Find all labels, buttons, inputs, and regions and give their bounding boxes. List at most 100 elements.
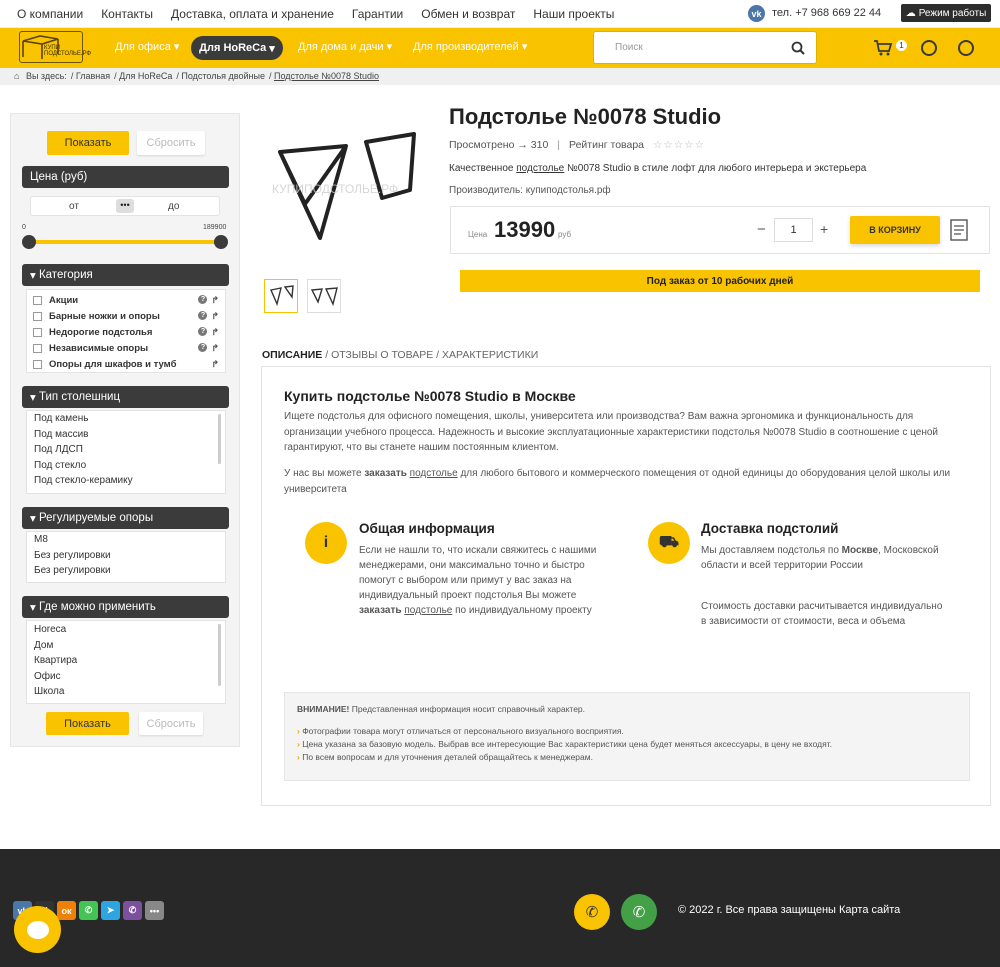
nav-home[interactable]: Для дома и дачи ▾	[298, 40, 392, 53]
link-icon[interactable]: ↱	[211, 311, 219, 322]
scrollbar[interactable]	[218, 414, 221, 464]
link-icon[interactable]: ↱	[211, 295, 219, 306]
top-link-about[interactable]: О компании	[17, 7, 83, 21]
list-item[interactable]: Квартира	[34, 655, 218, 671]
filter-reset-button[interactable]: Сбросить	[137, 131, 205, 155]
link-icon[interactable]: ↱	[211, 359, 219, 370]
tab-reviews[interactable]: / ОТЗЫВЫ О ТОВАРЕ	[325, 349, 433, 361]
filter-show-button-bottom[interactable]: Показать	[46, 712, 129, 735]
tabletop-list: Под камень Под массив Под ЛДСП Под стекл…	[26, 410, 226, 494]
vk-icon[interactable]: vk	[748, 5, 765, 22]
price-filter-header[interactable]: Цена (руб)	[22, 166, 229, 188]
category-item[interactable]: Независимые опоры? ↱	[33, 340, 219, 356]
whatsapp-social-icon[interactable]: ✆	[79, 901, 98, 920]
add-to-cart-button[interactable]: В КОРЗИНУ	[850, 216, 940, 244]
list-item[interactable]: Без регулировки	[34, 565, 218, 581]
qty-plus-button[interactable]: +	[820, 221, 828, 237]
help-icon[interactable]: ?	[198, 342, 208, 352]
warning-box: ВНИМАНИЕ! Представленная информация носи…	[284, 692, 970, 781]
list-item[interactable]: Под массив	[34, 429, 218, 445]
tabletop-filter-header[interactable]: ▾ Тип столешниц	[22, 386, 229, 408]
where-filter-header[interactable]: ▾ Где можно применить	[22, 596, 229, 618]
scrollbar[interactable]	[218, 624, 221, 686]
breadcrumb-horeca[interactable]: Для HoReCa	[119, 71, 172, 81]
work-hours-button[interactable]: ☁ Режим работы	[901, 4, 991, 22]
thumbnail-1[interactable]	[264, 279, 298, 313]
checkbox[interactable]	[33, 327, 42, 337]
top-bar: О компании Контакты Доставка, оплата и х…	[0, 0, 1000, 28]
compare-icon[interactable]	[950, 219, 968, 241]
help-icon[interactable]: ?	[198, 326, 208, 336]
category-item[interactable]: Барные ножки и опоры? ↱	[33, 308, 219, 324]
top-link-guarantee[interactable]: Гарантии	[352, 7, 403, 21]
link-icon[interactable]: ↱	[211, 327, 219, 338]
checkbox[interactable]	[33, 295, 42, 305]
checkbox[interactable]	[33, 359, 42, 369]
thumbnail-2[interactable]	[307, 279, 341, 313]
list-item[interactable]: Офис	[34, 671, 218, 687]
list-item[interactable]: Без регулировки	[34, 550, 218, 566]
price-slider-max-handle[interactable]	[214, 235, 228, 249]
category-filter-header[interactable]: ▾ Категория	[22, 264, 229, 286]
list-item[interactable]: М8	[34, 534, 218, 550]
content-link[interactable]: подстолье	[410, 468, 458, 479]
ruble-icon[interactable]	[958, 40, 974, 56]
telegram-icon[interactable]: ➤	[101, 901, 120, 920]
qty-minus-button[interactable]: −	[757, 221, 766, 238]
category-item[interactable]: Опоры для шкафов и тумб ↱	[33, 356, 219, 372]
price-to-input[interactable]: до	[168, 201, 179, 212]
filter-reset-button-bottom[interactable]: Сбросить	[139, 712, 203, 735]
top-link-contacts[interactable]: Контакты	[101, 7, 153, 21]
site-logo[interactable]: КУПИ ПОДСТОЛЬЕ.РФ	[19, 31, 91, 63]
breadcrumb-double[interactable]: Подстолья двойные	[181, 71, 265, 81]
search-input[interactable]: Поиск	[593, 31, 817, 64]
list-item[interactable]: Под камень	[34, 413, 218, 429]
odnoklassniki-icon[interactable]: ок	[57, 901, 76, 920]
rating-stars-icon[interactable]: ☆☆☆☆☆	[653, 139, 705, 151]
phone-number[interactable]: тел. +7 968 669 22 44	[772, 7, 881, 19]
top-link-projects[interactable]: Наши проекты	[533, 7, 614, 21]
more-social-icon[interactable]: •••	[145, 901, 164, 920]
list-item[interactable]: Дом	[34, 640, 218, 656]
desc-link[interactable]: подстолье	[516, 163, 564, 174]
nav-office[interactable]: Для офиса ▾	[115, 40, 179, 53]
info-link[interactable]: подстолье	[404, 605, 452, 616]
breadcrumb-home[interactable]: Главная	[76, 71, 110, 81]
list-item[interactable]: Horeca	[34, 624, 218, 640]
phone-call-button[interactable]: ✆	[574, 894, 610, 930]
price-slider-min-handle[interactable]	[22, 235, 36, 249]
list-item[interactable]: Под стекло-керамику	[34, 475, 218, 491]
whatsapp-button[interactable]: ✆	[621, 894, 657, 930]
nav-horeca[interactable]: Для HoReCa ▾	[191, 36, 283, 60]
product-image[interactable]: КУПИПОДСТОЛЬЕ.РФ	[262, 120, 442, 250]
help-icon[interactable]: ?	[198, 294, 208, 304]
adjust-filter-header[interactable]: ▾ Регулируемые опоры	[22, 507, 229, 529]
top-link-exchange[interactable]: Обмен и возврат	[421, 7, 515, 21]
cart-icon[interactable]	[873, 39, 893, 56]
delivery-truck-icon: ⛟	[648, 522, 690, 564]
nav-producers[interactable]: Для производителей ▾	[413, 40, 527, 53]
checkbox[interactable]	[33, 343, 42, 353]
price-from-input[interactable]: от	[69, 201, 79, 212]
tab-characteristics[interactable]: / ХАРАКТЕРИСТИКИ	[436, 349, 538, 361]
category-item[interactable]: Акции? ↱	[33, 292, 219, 308]
filter-show-button[interactable]: Показать	[47, 131, 129, 155]
tab-description[interactable]: ОПИСАНИЕ	[262, 349, 322, 361]
search-icon[interactable]	[791, 41, 805, 55]
top-link-delivery[interactable]: Доставка, оплата и хранение	[171, 7, 334, 21]
price-value: 13990	[494, 217, 556, 242]
list-item[interactable]: Под ЛДСП	[34, 444, 218, 460]
checkbox[interactable]	[33, 311, 42, 321]
breadcrumb: ⌂ Вы здесь: / Главная / Для HoReCa / Подсто…	[0, 68, 1000, 85]
category-item[interactable]: Недорогие подстолья? ↱	[33, 324, 219, 340]
viber-icon[interactable]: ✆	[123, 901, 142, 920]
price-max: 189900	[203, 224, 227, 231]
list-item[interactable]: Под стекло	[34, 460, 218, 476]
help-icon[interactable]: ?	[198, 310, 208, 320]
link-icon[interactable]: ↱	[211, 343, 219, 354]
list-item[interactable]: Школа	[34, 686, 218, 702]
breadcrumb-prefix: Вы здесь:	[25, 71, 67, 81]
user-icon[interactable]	[921, 40, 937, 56]
qty-input[interactable]: 1	[774, 218, 813, 242]
chat-widget-button[interactable]	[14, 906, 61, 953]
